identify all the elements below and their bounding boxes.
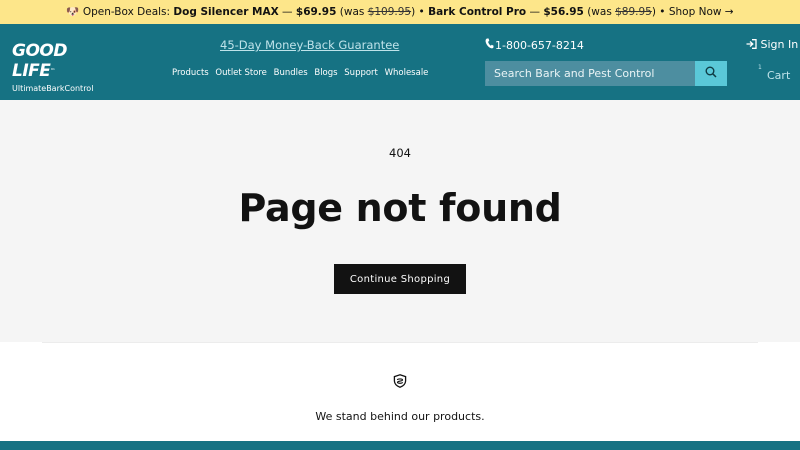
deal-item-1: Dog Silencer MAX bbox=[173, 6, 279, 18]
search-icon bbox=[705, 66, 717, 81]
nav-bundles[interactable]: Bundles bbox=[274, 68, 308, 78]
shop-now-link[interactable]: Shop Now → bbox=[669, 6, 734, 18]
deal-was-price-1: $109.95 bbox=[367, 6, 412, 18]
main-nav: Products Outlet Store Bundles Blogs Supp… bbox=[172, 68, 432, 78]
shield-icon bbox=[393, 373, 407, 388]
sign-in-label: Sign In bbox=[760, 38, 799, 51]
trust-statement: We stand behind our products. bbox=[315, 410, 485, 423]
cart-count-badge: 1 bbox=[758, 64, 762, 71]
error-code: 404 bbox=[389, 146, 411, 160]
dog-emoji-icon: 🐶 bbox=[66, 6, 80, 18]
logo-wordmark: GOOD LIFE bbox=[12, 41, 67, 81]
sign-in-icon bbox=[746, 38, 761, 51]
nav-outlet-store[interactable]: Outlet Store bbox=[215, 68, 267, 78]
deal-item-2: Bark Control Pro bbox=[428, 6, 527, 18]
logo-tagline: UltimateBarkControl bbox=[12, 84, 94, 93]
sign-in-link[interactable]: Sign In bbox=[746, 38, 798, 51]
nav-wholesale[interactable]: Wholesale bbox=[385, 68, 429, 78]
footer-strip bbox=[0, 441, 800, 450]
nav-products[interactable]: Products bbox=[172, 68, 209, 78]
site-logo[interactable]: GOOD LIFE™ UltimateBarkControl bbox=[12, 41, 102, 94]
section-divider bbox=[42, 342, 758, 343]
continue-shopping-button[interactable]: Continue Shopping bbox=[334, 264, 466, 294]
deal-price-2: $56.95 bbox=[543, 6, 584, 18]
deal-price-1: $69.95 bbox=[295, 6, 337, 18]
page-title: Page not found bbox=[238, 186, 562, 230]
not-found-section: 404 Page not found Continue Shopping bbox=[0, 100, 800, 342]
nav-blogs[interactable]: Blogs bbox=[314, 68, 337, 78]
search-button[interactable] bbox=[695, 61, 727, 86]
cart-link[interactable]: 1 Cart bbox=[758, 64, 798, 86]
nav-support[interactable]: Support bbox=[344, 68, 378, 78]
search-form bbox=[485, 61, 727, 86]
phone-link[interactable]: 1-800-657-8214 bbox=[485, 38, 584, 52]
logo-trademark: ™ bbox=[50, 68, 55, 74]
search-input[interactable] bbox=[485, 61, 695, 86]
phone-number: 1-800-657-8214 bbox=[495, 39, 584, 52]
phone-icon bbox=[485, 38, 495, 52]
announcement-bar[interactable]: 🐶 Open-Box Deals: Dog Silencer MAX — $69… bbox=[0, 0, 800, 24]
cart-label: Cart bbox=[767, 69, 791, 82]
guarantee-link[interactable]: 45-Day Money-Back Guarantee bbox=[220, 38, 399, 52]
deal-was-price-2: $89.95 bbox=[615, 6, 652, 18]
site-header: GOOD LIFE™ UltimateBarkControl 45-Day Mo… bbox=[0, 24, 800, 100]
